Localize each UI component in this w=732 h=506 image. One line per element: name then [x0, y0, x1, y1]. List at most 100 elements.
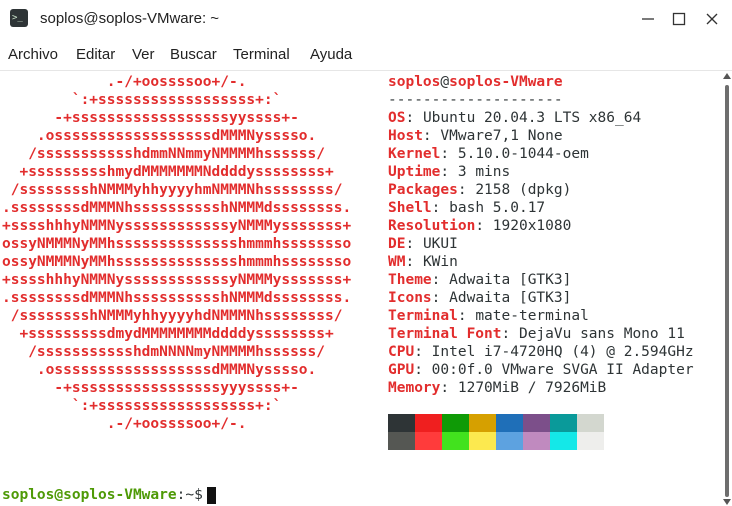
info-colon: : — [457, 182, 476, 198]
ascii-logo-line: +ssssssssshmydMMMMMMMNddddyssssssss+ — [2, 164, 334, 180]
info-key: Shell — [388, 200, 432, 216]
scrollbar[interactable] — [722, 71, 732, 506]
ascii-logo-line: `:+ssssssssssssssssss+:` — [2, 398, 282, 414]
ascii-logo-line: .ssssssssdMMMNhsssssssssshNMMMdssssssss. — [2, 200, 352, 216]
info-value: 5.10.0-1044-oem — [457, 146, 589, 162]
menu-archivo[interactable]: Archivo — [8, 46, 58, 63]
menu-ver[interactable]: Ver — [132, 46, 155, 63]
info-colon: : — [405, 236, 423, 252]
ascii-logo-line: +sssshhhyNMMNyssssssssssssyNMMMysssssss+ — [2, 272, 352, 288]
minimize-icon — [642, 18, 654, 20]
info-colon: : — [414, 344, 432, 360]
info-value: UKUI — [422, 236, 458, 252]
menu-terminal[interactable]: Terminal — [233, 46, 290, 63]
info-value: Ubuntu 20.04.3 LTS x86_64 — [422, 110, 642, 126]
info-key: Icons — [388, 290, 432, 306]
info-value: bash 5.0.17 — [449, 200, 546, 216]
prompt-line[interactable]: soplos@soplos-VMware:~$ — [2, 486, 216, 504]
info-row: OS: Ubuntu 20.04.3 LTS x86_64 — [388, 109, 641, 127]
ascii-logo-line: /sssssssshNMMMyhhyyyyhdNMMMNhssssssss/ — [2, 308, 343, 324]
menu-buscar[interactable]: Buscar — [170, 46, 217, 63]
ascii-logo-line: /ssssssssssshdmNNNNmyNMMMMhssssss/ — [2, 344, 326, 360]
info-row: Memory: 1270MiB / 7926MiB — [388, 379, 606, 397]
ascii-logo-line: .ssssssssdMMMNhsssssssssshNMMMdssssssss. — [2, 290, 352, 306]
info-colon: : — [431, 272, 450, 288]
color-swatch — [523, 432, 550, 450]
ascii-logo-line: -+ssssssssssssssssssyyssss+- — [2, 110, 299, 126]
terminal-output[interactable]: .-/+oossssoo+/-. `:+ssssssssssssssssss+:… — [0, 71, 722, 506]
color-swatch — [577, 414, 604, 432]
info-row: GPU: 00:0f.0 VMware SVGA II Adapter — [388, 361, 694, 379]
menu-bar: Archivo Editar Ver Buscar Terminal Ayuda — [0, 38, 732, 71]
info-row: Packages: 2158 (dpkg) — [388, 181, 571, 199]
info-colon: : — [440, 146, 458, 162]
info-value: 1270MiB / 7926MiB — [457, 380, 607, 396]
color-swatch — [469, 432, 496, 450]
color-swatch — [442, 414, 469, 432]
info-colon: : — [475, 218, 493, 234]
info-row: WM: KWin — [388, 253, 458, 271]
info-row: Terminal Font: DejaVu sans Mono 11 — [388, 325, 685, 343]
info-row: Uptime: 3 mins — [388, 163, 510, 181]
info-value: 2158 (dpkg) — [475, 182, 572, 198]
ascii-logo-line: .ossssssssssssssssssdMMMNysssso. — [2, 362, 317, 378]
color-swatch — [577, 432, 604, 450]
maximize-button[interactable] — [666, 6, 692, 32]
minimize-button[interactable] — [635, 6, 661, 32]
info-key: Resolution — [388, 218, 476, 234]
color-swatch — [388, 414, 415, 432]
info-value: 3 mins — [457, 164, 511, 180]
color-swatch — [550, 414, 577, 432]
info-colon: : — [501, 326, 519, 342]
info-row: Kernel: 5.10.0-1044-oem — [388, 145, 589, 163]
close-button[interactable] — [699, 6, 725, 32]
terminal-icon: >_ — [10, 9, 28, 27]
ascii-logo-line: ossyNMMMNyMMhsssssssssssssshmmmhssssssso — [2, 254, 352, 270]
info-value: Intel i7-4720HQ (4) @ 2.594GHz — [431, 344, 694, 360]
info-row: Theme: Adwaita [GTK3] — [388, 271, 571, 289]
color-swatch — [415, 414, 442, 432]
color-palette — [388, 414, 608, 452]
info-separator: -------------------- — [388, 92, 563, 108]
prompt-user-host: soplos@soplos-VMware — [2, 487, 177, 503]
color-swatch — [496, 432, 523, 450]
terminal-window: >_ soplos@soplos-VMware: ~ Archivo Edita… — [0, 0, 732, 506]
info-colon: : — [440, 164, 458, 180]
scroll-down-arrow-icon[interactable] — [723, 499, 731, 505]
window-title: soplos@soplos-VMware: ~ — [40, 10, 220, 27]
info-key: CPU — [388, 344, 415, 360]
info-colon: : — [405, 110, 423, 126]
ascii-logo-line: -+sssssssssssssssssyyyssss+- — [2, 380, 299, 396]
info-host: soplos-VMware — [449, 74, 563, 90]
ascii-logo-line: ossyNMMMNyMMhsssssssssssssshmmmhssssssso — [2, 236, 352, 252]
info-key: Uptime — [388, 164, 441, 180]
color-swatch — [496, 414, 523, 432]
info-row: Shell: bash 5.0.17 — [388, 199, 545, 217]
info-key: Theme — [388, 272, 432, 288]
info-value: Adwaita [GTK3] — [449, 290, 572, 306]
info-at: @ — [440, 74, 450, 90]
info-key: DE — [388, 236, 406, 252]
info-row: CPU: Intel i7-4720HQ (4) @ 2.594GHz — [388, 343, 694, 361]
ascii-logo-line: `:+ssssssssssssssssss+:` — [2, 92, 282, 108]
color-swatch — [550, 432, 577, 450]
info-value: Adwaita [GTK3] — [449, 272, 572, 288]
info-key: Memory — [388, 380, 441, 396]
color-swatch — [442, 432, 469, 450]
info-key: Terminal — [388, 308, 458, 324]
ascii-logo-line: +sssssssssdmydMMMMMMMMddddyssssssss+ — [2, 326, 334, 342]
info-row: Icons: Adwaita [GTK3] — [388, 289, 571, 307]
menu-editar[interactable]: Editar — [76, 46, 115, 63]
info-colon: : — [422, 128, 441, 144]
scroll-thumb[interactable] — [725, 85, 729, 497]
menu-ayuda[interactable]: Ayuda — [310, 46, 352, 63]
info-value: 1920x1080 — [492, 218, 572, 234]
info-key: Packages — [388, 182, 458, 198]
info-colon: : — [440, 380, 458, 396]
info-key: GPU — [388, 362, 415, 378]
info-colon: : — [431, 200, 450, 216]
title-bar[interactable]: >_ soplos@soplos-VMware: ~ — [0, 0, 732, 38]
info-user: soplos — [388, 74, 441, 90]
scroll-up-arrow-icon[interactable] — [723, 73, 731, 79]
ascii-logo-line: .-/+oossssoo+/-. — [2, 416, 247, 432]
